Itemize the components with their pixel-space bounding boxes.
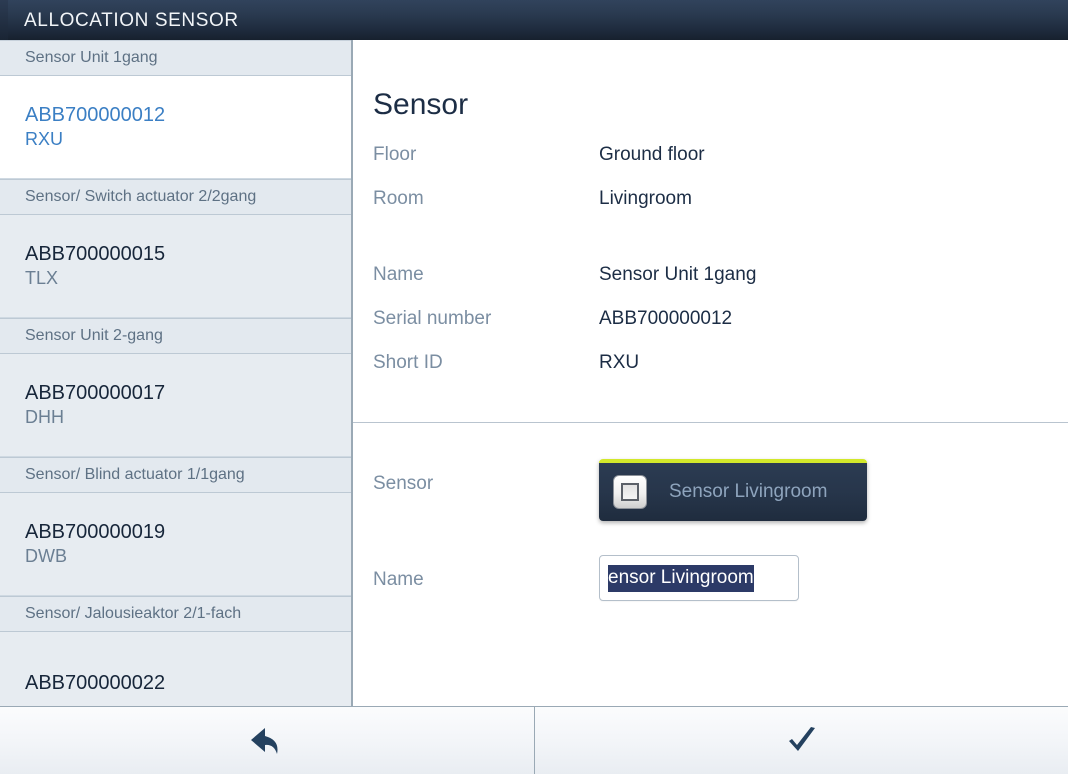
device-serial: ABB700000015	[25, 243, 166, 266]
sensor-control-row: Sensor Sensor Livingroom	[373, 459, 1068, 555]
device-group-header: Sensor Unit 1gang	[0, 40, 351, 76]
device-short-id: DHH	[25, 407, 64, 428]
device-serial: ABB700000017	[25, 382, 166, 405]
device-list-item[interactable]: ABB700000019 DWB	[0, 493, 351, 596]
detail-field-label: Floor	[373, 144, 417, 165]
checkmark-icon	[788, 726, 815, 751]
detail-field-value: Livingroom	[599, 188, 692, 209]
device-list-item[interactable]: ABB700000022	[0, 632, 351, 706]
device-list-item[interactable]: ABB700000017 DHH	[0, 354, 351, 457]
back-button[interactable]	[0, 707, 535, 774]
name-input-value: ensor Livingroom	[608, 564, 754, 592]
detail-field-row: Room Livingroom	[373, 188, 1068, 232]
detail-field-label: Name	[373, 264, 424, 285]
app-window: ALLOCATION SENSOR Sensor Unit 1gang ABB70…	[0, 0, 1068, 774]
device-list: Sensor Unit 1gang ABB700000012 RXU Sensor/ …	[0, 40, 351, 706]
device-group-header: Sensor/ Blind actuator 1/1gang	[0, 457, 351, 493]
device-group-header: Sensor Unit 2-gang	[0, 318, 351, 354]
device-serial: ABB700000022	[25, 671, 166, 694]
footer-toolbar	[0, 706, 1068, 774]
device-group-header: Sensor/ Jalousieaktor 2/1-fach	[0, 596, 351, 632]
device-serial: ABB700000012	[25, 104, 166, 127]
device-group-header: Sensor/ Switch actuator 2/2gang	[0, 179, 351, 215]
device-list-item[interactable]: ABB700000012 RXU	[0, 76, 351, 179]
detail-field-label: Serial number	[373, 308, 492, 329]
page-title: ALLOCATION SENSOR	[24, 9, 239, 31]
detail-field-value: ABB700000012	[599, 308, 733, 329]
device-list-sidebar[interactable]: Sensor Unit 1gang ABB700000012 RXU Sensor/ …	[0, 40, 353, 706]
name-input[interactable]: ensor Livingroom	[599, 555, 799, 601]
detail-field-row: Short ID RXU	[373, 352, 1068, 396]
sensor-channel-chip-label: Sensor Livingroom	[669, 481, 828, 502]
device-list-item[interactable]: ABB700000015 TLX	[0, 215, 351, 318]
detail-field-row: Serial number ABB700000012	[373, 308, 1068, 352]
rocker-switch-icon	[613, 475, 647, 509]
body-area: Sensor Unit 1gang ABB700000012 RXU Sensor/ …	[0, 40, 1068, 706]
device-short-id: RXU	[25, 129, 64, 150]
detail-field-label: Short ID	[373, 352, 443, 373]
name-control-row: Name ensor Livingroom	[373, 555, 1068, 651]
rocker-switch-icon-inner	[621, 483, 639, 501]
detail-field-value: RXU	[599, 352, 640, 373]
device-short-id: DWB	[25, 546, 67, 567]
detail-field-value: Sensor Unit 1gang	[599, 264, 757, 285]
detail-field-list: Floor Ground floor Room Livingroom Name Senso…	[373, 144, 1068, 396]
detail-heading: Sensor	[373, 88, 469, 121]
sensor-control-label: Sensor	[373, 473, 434, 494]
detail-field-row: Name Sensor Unit 1gang	[373, 264, 1068, 308]
confirm-button[interactable]	[535, 707, 1068, 774]
detail-field-row: Floor Ground floor	[373, 144, 1068, 188]
title-bar: ALLOCATION SENSOR	[0, 0, 1068, 40]
sensor-channel-chip[interactable]: Sensor Livingroom	[599, 459, 867, 521]
detail-field-label: Room	[373, 188, 424, 209]
sensor-detail-panel: Sensor Floor Ground floor Room Livingroom Na…	[353, 40, 1068, 706]
field-group-gap	[373, 232, 1068, 264]
back-arrow-icon	[251, 727, 278, 754]
name-control-label: Name	[373, 569, 424, 590]
detail-field-value: Ground floor	[599, 144, 705, 165]
control-section: Sensor Sensor Livingroom Name ensor Livi…	[373, 423, 1068, 651]
device-short-id: TLX	[25, 268, 59, 289]
device-serial: ABB700000019	[25, 521, 166, 544]
